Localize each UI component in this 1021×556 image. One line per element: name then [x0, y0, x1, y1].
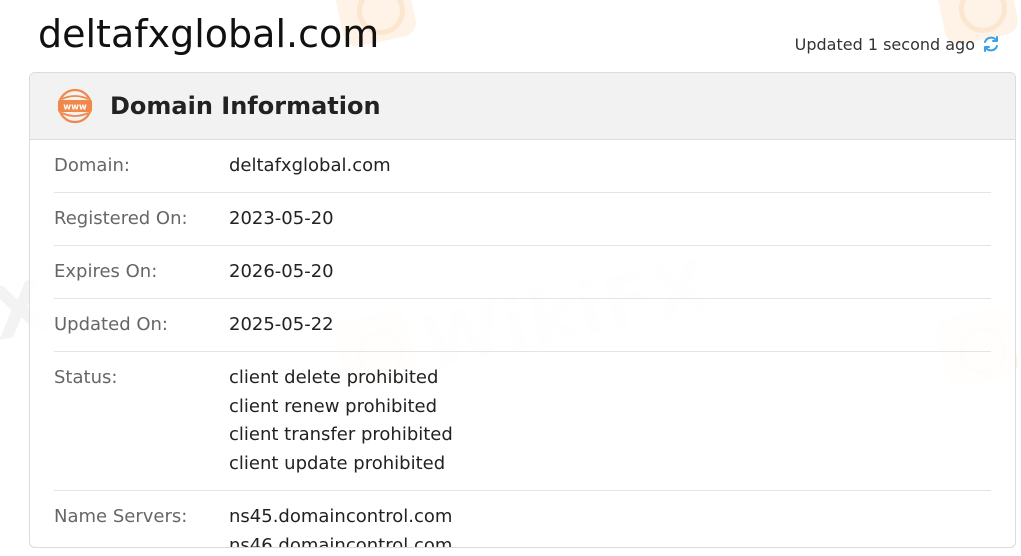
card-header: www Domain Information: [30, 73, 1015, 140]
domain-info-card: www Domain Information Domain: deltafxgl…: [29, 72, 1016, 548]
info-rows: Domain: deltafxglobal.com Registered On:…: [30, 140, 1015, 548]
www-icon-text: www: [63, 103, 87, 113]
updated-text: Updated 1 second ago: [794, 34, 975, 54]
row-label: Expires On:: [54, 261, 158, 282]
row-registered-on: Registered On: 2023-05-20: [54, 193, 991, 246]
row-value: 2023-05-20: [229, 208, 334, 229]
row-status: Status: client delete prohibited client …: [54, 352, 991, 491]
row-label: Updated On:: [54, 314, 168, 335]
row-label: Domain:: [54, 155, 130, 176]
row-label: Registered On:: [54, 208, 188, 229]
name-server-item: ns46.domaincontrol.com: [229, 534, 453, 548]
name-server-item: ns45.domaincontrol.com: [229, 506, 453, 527]
name-server-list: ns45.domaincontrol.com ns46.domaincontro…: [229, 503, 453, 548]
status-list: client delete prohibited client renew pr…: [229, 364, 453, 478]
row-value: deltafxglobal.com: [229, 155, 391, 176]
row-expires-on: Expires On: 2026-05-20: [54, 246, 991, 299]
status-item: client delete prohibited: [229, 367, 439, 388]
row-domain: Domain: deltafxglobal.com: [54, 140, 991, 193]
www-globe-icon: www: [56, 87, 94, 125]
row-label: Name Servers:: [54, 506, 188, 527]
row-value: 2026-05-20: [229, 261, 334, 282]
page-title: deltafxglobal.com: [38, 12, 380, 56]
row-label: Status:: [54, 367, 118, 388]
card-title: Domain Information: [110, 92, 381, 120]
updated-status: Updated 1 second ago: [795, 34, 1001, 54]
status-item: client transfer prohibited: [229, 424, 453, 445]
page: WikiFX X deltafxglobal.com Updated 1 sec…: [0, 0, 1021, 556]
row-name-servers: Name Servers: ns45.domaincontrol.com ns4…: [54, 491, 991, 548]
status-item: client update prohibited: [229, 452, 446, 474]
row-value: 2025-05-22: [229, 314, 334, 335]
refresh-icon[interactable]: [981, 34, 1001, 54]
row-updated-on: Updated On: 2025-05-22: [54, 299, 991, 352]
status-item: client renew prohibited: [229, 395, 438, 417]
